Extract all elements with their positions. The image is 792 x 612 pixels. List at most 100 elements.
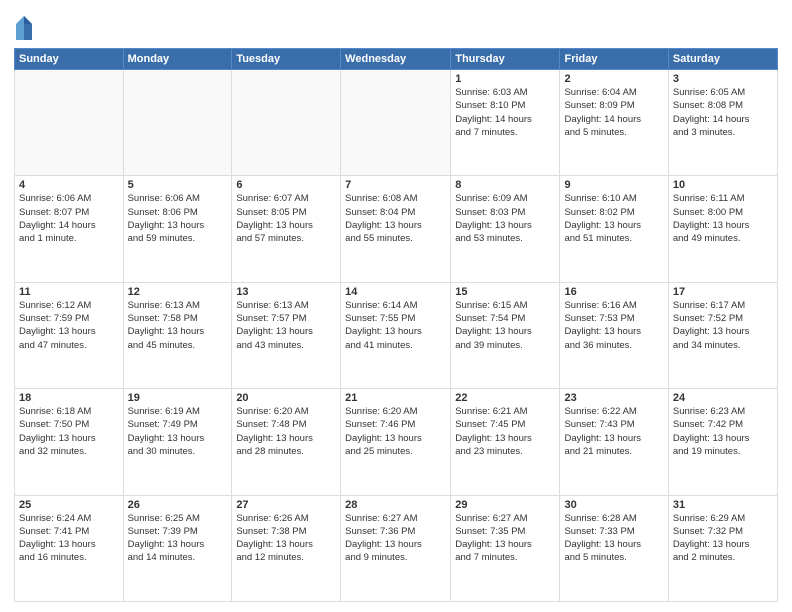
weekday-header: Thursday bbox=[451, 49, 560, 70]
cell-text: Sunrise: 6:28 AMSunset: 7:33 PMDaylight:… bbox=[564, 512, 663, 565]
calendar-cell: 26Sunrise: 6:25 AMSunset: 7:39 PMDayligh… bbox=[123, 495, 232, 601]
calendar-cell: 5Sunrise: 6:06 AMSunset: 8:06 PMDaylight… bbox=[123, 176, 232, 282]
weekday-header: Tuesday bbox=[232, 49, 341, 70]
weekday-header: Monday bbox=[123, 49, 232, 70]
day-number: 7 bbox=[345, 179, 446, 191]
cell-text: Sunrise: 6:03 AMSunset: 8:10 PMDaylight:… bbox=[455, 86, 555, 139]
day-number: 10 bbox=[673, 179, 773, 191]
calendar-cell: 18Sunrise: 6:18 AMSunset: 7:50 PMDayligh… bbox=[15, 389, 124, 495]
day-number: 19 bbox=[128, 392, 228, 404]
cell-text: Sunrise: 6:14 AMSunset: 7:55 PMDaylight:… bbox=[345, 299, 446, 352]
calendar-cell bbox=[123, 70, 232, 176]
day-number: 26 bbox=[128, 499, 228, 511]
cell-text: Sunrise: 6:04 AMSunset: 8:09 PMDaylight:… bbox=[564, 86, 663, 139]
cell-text: Sunrise: 6:09 AMSunset: 8:03 PMDaylight:… bbox=[455, 192, 555, 245]
calendar-week-row: 18Sunrise: 6:18 AMSunset: 7:50 PMDayligh… bbox=[15, 389, 778, 495]
calendar-cell: 29Sunrise: 6:27 AMSunset: 7:35 PMDayligh… bbox=[451, 495, 560, 601]
calendar-week-row: 1Sunrise: 6:03 AMSunset: 8:10 PMDaylight… bbox=[15, 70, 778, 176]
calendar-cell: 4Sunrise: 6:06 AMSunset: 8:07 PMDaylight… bbox=[15, 176, 124, 282]
calendar-cell: 25Sunrise: 6:24 AMSunset: 7:41 PMDayligh… bbox=[15, 495, 124, 601]
day-number: 6 bbox=[236, 179, 336, 191]
day-number: 27 bbox=[236, 499, 336, 511]
calendar-cell: 17Sunrise: 6:17 AMSunset: 7:52 PMDayligh… bbox=[668, 282, 777, 388]
cell-text: Sunrise: 6:22 AMSunset: 7:43 PMDaylight:… bbox=[564, 405, 663, 458]
cell-text: Sunrise: 6:20 AMSunset: 7:46 PMDaylight:… bbox=[345, 405, 446, 458]
cell-text: Sunrise: 6:13 AMSunset: 7:58 PMDaylight:… bbox=[128, 299, 228, 352]
day-number: 31 bbox=[673, 499, 773, 511]
logo-icon bbox=[14, 14, 34, 42]
cell-text: Sunrise: 6:19 AMSunset: 7:49 PMDaylight:… bbox=[128, 405, 228, 458]
day-number: 1 bbox=[455, 73, 555, 85]
calendar-cell: 19Sunrise: 6:19 AMSunset: 7:49 PMDayligh… bbox=[123, 389, 232, 495]
calendar-cell bbox=[341, 70, 451, 176]
cell-text: Sunrise: 6:23 AMSunset: 7:42 PMDaylight:… bbox=[673, 405, 773, 458]
weekday-header: Friday bbox=[560, 49, 668, 70]
cell-text: Sunrise: 6:21 AMSunset: 7:45 PMDaylight:… bbox=[455, 405, 555, 458]
cell-text: Sunrise: 6:25 AMSunset: 7:39 PMDaylight:… bbox=[128, 512, 228, 565]
calendar-cell: 20Sunrise: 6:20 AMSunset: 7:48 PMDayligh… bbox=[232, 389, 341, 495]
day-number: 13 bbox=[236, 286, 336, 298]
weekday-header: Sunday bbox=[15, 49, 124, 70]
weekday-header: Saturday bbox=[668, 49, 777, 70]
calendar-cell: 30Sunrise: 6:28 AMSunset: 7:33 PMDayligh… bbox=[560, 495, 668, 601]
cell-text: Sunrise: 6:12 AMSunset: 7:59 PMDaylight:… bbox=[19, 299, 119, 352]
day-number: 8 bbox=[455, 179, 555, 191]
calendar-cell: 2Sunrise: 6:04 AMSunset: 8:09 PMDaylight… bbox=[560, 70, 668, 176]
day-number: 18 bbox=[19, 392, 119, 404]
day-number: 12 bbox=[128, 286, 228, 298]
header bbox=[14, 10, 778, 42]
day-number: 14 bbox=[345, 286, 446, 298]
day-number: 9 bbox=[564, 179, 663, 191]
calendar-cell: 13Sunrise: 6:13 AMSunset: 7:57 PMDayligh… bbox=[232, 282, 341, 388]
day-number: 22 bbox=[455, 392, 555, 404]
calendar-cell: 16Sunrise: 6:16 AMSunset: 7:53 PMDayligh… bbox=[560, 282, 668, 388]
calendar-cell: 10Sunrise: 6:11 AMSunset: 8:00 PMDayligh… bbox=[668, 176, 777, 282]
calendar-cell: 7Sunrise: 6:08 AMSunset: 8:04 PMDaylight… bbox=[341, 176, 451, 282]
day-number: 29 bbox=[455, 499, 555, 511]
cell-text: Sunrise: 6:07 AMSunset: 8:05 PMDaylight:… bbox=[236, 192, 336, 245]
calendar-week-row: 4Sunrise: 6:06 AMSunset: 8:07 PMDaylight… bbox=[15, 176, 778, 282]
calendar-cell: 31Sunrise: 6:29 AMSunset: 7:32 PMDayligh… bbox=[668, 495, 777, 601]
cell-text: Sunrise: 6:15 AMSunset: 7:54 PMDaylight:… bbox=[455, 299, 555, 352]
cell-text: Sunrise: 6:08 AMSunset: 8:04 PMDaylight:… bbox=[345, 192, 446, 245]
calendar-cell: 28Sunrise: 6:27 AMSunset: 7:36 PMDayligh… bbox=[341, 495, 451, 601]
day-number: 4 bbox=[19, 179, 119, 191]
cell-text: Sunrise: 6:10 AMSunset: 8:02 PMDaylight:… bbox=[564, 192, 663, 245]
logo bbox=[14, 14, 38, 42]
calendar-week-row: 11Sunrise: 6:12 AMSunset: 7:59 PMDayligh… bbox=[15, 282, 778, 388]
day-number: 17 bbox=[673, 286, 773, 298]
day-number: 11 bbox=[19, 286, 119, 298]
day-number: 20 bbox=[236, 392, 336, 404]
calendar-cell: 23Sunrise: 6:22 AMSunset: 7:43 PMDayligh… bbox=[560, 389, 668, 495]
cell-text: Sunrise: 6:18 AMSunset: 7:50 PMDaylight:… bbox=[19, 405, 119, 458]
calendar-cell: 22Sunrise: 6:21 AMSunset: 7:45 PMDayligh… bbox=[451, 389, 560, 495]
day-number: 2 bbox=[564, 73, 663, 85]
calendar-cell: 24Sunrise: 6:23 AMSunset: 7:42 PMDayligh… bbox=[668, 389, 777, 495]
calendar-cell bbox=[232, 70, 341, 176]
cell-text: Sunrise: 6:26 AMSunset: 7:38 PMDaylight:… bbox=[236, 512, 336, 565]
calendar-cell: 14Sunrise: 6:14 AMSunset: 7:55 PMDayligh… bbox=[341, 282, 451, 388]
calendar-cell: 12Sunrise: 6:13 AMSunset: 7:58 PMDayligh… bbox=[123, 282, 232, 388]
calendar: SundayMondayTuesdayWednesdayThursdayFrid… bbox=[14, 48, 778, 602]
calendar-cell: 8Sunrise: 6:09 AMSunset: 8:03 PMDaylight… bbox=[451, 176, 560, 282]
cell-text: Sunrise: 6:27 AMSunset: 7:36 PMDaylight:… bbox=[345, 512, 446, 565]
calendar-cell: 1Sunrise: 6:03 AMSunset: 8:10 PMDaylight… bbox=[451, 70, 560, 176]
day-number: 24 bbox=[673, 392, 773, 404]
day-number: 28 bbox=[345, 499, 446, 511]
calendar-week-row: 25Sunrise: 6:24 AMSunset: 7:41 PMDayligh… bbox=[15, 495, 778, 601]
day-number: 5 bbox=[128, 179, 228, 191]
day-number: 15 bbox=[455, 286, 555, 298]
calendar-cell: 15Sunrise: 6:15 AMSunset: 7:54 PMDayligh… bbox=[451, 282, 560, 388]
cell-text: Sunrise: 6:13 AMSunset: 7:57 PMDaylight:… bbox=[236, 299, 336, 352]
cell-text: Sunrise: 6:27 AMSunset: 7:35 PMDaylight:… bbox=[455, 512, 555, 565]
page: SundayMondayTuesdayWednesdayThursdayFrid… bbox=[0, 0, 792, 612]
calendar-cell: 11Sunrise: 6:12 AMSunset: 7:59 PMDayligh… bbox=[15, 282, 124, 388]
calendar-cell bbox=[15, 70, 124, 176]
day-number: 30 bbox=[564, 499, 663, 511]
calendar-cell: 21Sunrise: 6:20 AMSunset: 7:46 PMDayligh… bbox=[341, 389, 451, 495]
calendar-cell: 27Sunrise: 6:26 AMSunset: 7:38 PMDayligh… bbox=[232, 495, 341, 601]
day-number: 16 bbox=[564, 286, 663, 298]
cell-text: Sunrise: 6:05 AMSunset: 8:08 PMDaylight:… bbox=[673, 86, 773, 139]
day-number: 21 bbox=[345, 392, 446, 404]
calendar-header-row: SundayMondayTuesdayWednesdayThursdayFrid… bbox=[15, 49, 778, 70]
